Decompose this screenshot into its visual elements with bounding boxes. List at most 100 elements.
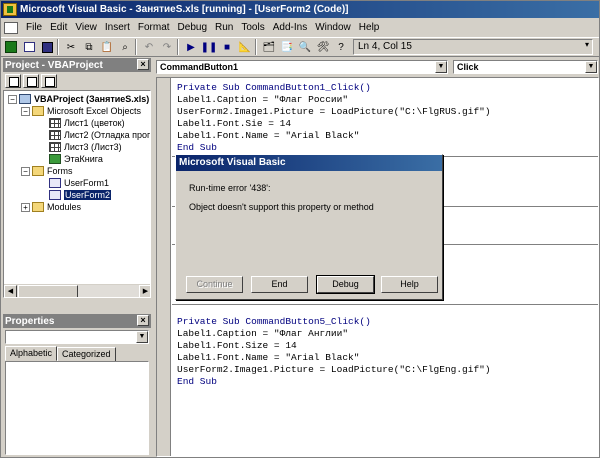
menu-window[interactable]: Window: [311, 22, 355, 33]
continue-button: Continue: [186, 276, 243, 293]
menu-add-ins[interactable]: Add-Ins: [269, 22, 311, 33]
menu-help[interactable]: Help: [355, 22, 384, 33]
expand-icon[interactable]: +: [21, 202, 30, 212]
menu-insert[interactable]: Insert: [101, 22, 134, 33]
collapse-icon[interactable]: −: [8, 94, 17, 104]
code-margin-indicator-bar[interactable]: [157, 78, 171, 456]
folder-icon: [32, 166, 44, 176]
tree-node-label: VBAProject (ЗанятиеS.xls): [34, 94, 150, 104]
sheet-icon: [49, 142, 61, 152]
tree-node-modules[interactable]: + Modules: [21, 201, 81, 213]
menu-bar: File Edit View Insert Format Debug Run T…: [1, 19, 599, 36]
view-excel-icon[interactable]: [3, 39, 19, 55]
tree-node-label: Modules: [47, 202, 82, 212]
menu-run[interactable]: Run: [211, 22, 237, 33]
code-line: Label1.Font.Name = "Arial Black": [177, 352, 360, 363]
project-explorer-icon[interactable]: 🗂: [261, 39, 277, 55]
toolbar-separator: [255, 39, 257, 55]
code-window-icon[interactable]: [4, 21, 18, 34]
toggle-folders-icon[interactable]: [41, 74, 57, 88]
menu-view[interactable]: View: [71, 22, 101, 33]
menu-format[interactable]: Format: [134, 22, 174, 33]
object-combo-value: CommandButton1: [160, 62, 238, 72]
tree-node-userform1[interactable]: UserForm1: [49, 177, 109, 189]
end-button[interactable]: End: [251, 276, 308, 293]
view-object-icon[interactable]: [23, 74, 39, 88]
view-code-icon[interactable]: [5, 74, 21, 88]
properties-panel-title-text: Properties: [5, 315, 55, 327]
code-line: Private Sub CommandButton5_Click(): [177, 316, 371, 327]
scroll-right-icon[interactable]: ▶: [139, 285, 150, 297]
collapse-icon[interactable]: −: [21, 106, 30, 116]
workbook-icon: [49, 154, 61, 164]
tree-node-label: Microsoft Excel Objects: [47, 106, 142, 116]
cut-icon[interactable]: ✂: [63, 39, 79, 55]
tree-node-forms[interactable]: − Forms: [21, 165, 73, 177]
properties-tabs: Alphabetic Categorized: [5, 346, 116, 362]
chevron-down-icon[interactable]: ▼: [136, 331, 148, 343]
chevron-down-icon[interactable]: ▼: [435, 61, 447, 73]
tab-categorized[interactable]: Categorized: [57, 347, 116, 362]
tree-node-label: UserForm2: [64, 190, 112, 200]
menu-file[interactable]: File: [22, 22, 46, 33]
menu-edit[interactable]: Edit: [46, 22, 71, 33]
toolbar-separator: [177, 39, 179, 55]
run-icon[interactable]: ▶: [183, 39, 199, 55]
design-mode-icon[interactable]: 📐: [237, 39, 253, 55]
tree-node-label: Лист1 (цветок): [64, 118, 125, 128]
error-code-text: Run-time error '438':: [189, 183, 271, 193]
tree-node-label: Лист2 (Отладка прог: [64, 130, 151, 140]
sheet-icon: [49, 118, 61, 128]
help-icon[interactable]: ?: [333, 39, 349, 55]
procedure-separator: [172, 304, 598, 305]
properties-panel-close-icon[interactable]: ×: [137, 315, 149, 326]
debug-button[interactable]: Debug: [316, 275, 375, 294]
folder-icon: [32, 202, 44, 212]
properties-panel-title: Properties ×: [3, 314, 151, 328]
folder-icon: [32, 106, 44, 116]
scroll-left-icon[interactable]: ◀: [4, 285, 17, 297]
undo-icon[interactable]: ↶: [141, 39, 157, 55]
collapse-icon[interactable]: −: [21, 166, 30, 176]
scroll-thumb[interactable]: [18, 285, 78, 297]
toolbox-icon[interactable]: 🛠: [315, 39, 331, 55]
copy-icon[interactable]: ⧉: [81, 39, 97, 55]
project-toolbar: [3, 72, 151, 90]
tree-node-label: UserForm1: [64, 178, 110, 188]
redo-icon[interactable]: ↷: [159, 39, 175, 55]
project-panel-close-icon[interactable]: ×: [137, 59, 149, 70]
tree-node-vbaproject[interactable]: − VBAProject (ЗанятиеS.xls): [8, 93, 149, 105]
insert-userform-icon[interactable]: [21, 39, 37, 55]
error-message-text: Object doesn't support this property or …: [189, 202, 374, 212]
procedure-combo[interactable]: Click ▼: [453, 60, 598, 74]
project-panel-title: Project - VBAProject ×: [3, 58, 151, 72]
tree-horizontal-scrollbar[interactable]: ◀ ▶: [4, 284, 150, 297]
chevron-down-icon[interactable]: ▼: [585, 61, 597, 73]
find-icon[interactable]: ⌕: [117, 39, 133, 55]
menu-debug[interactable]: Debug: [174, 22, 211, 33]
tab-alphabetic[interactable]: Alphabetic: [5, 346, 58, 361]
toolbar-options-chevron-icon[interactable]: ▾: [585, 40, 589, 49]
tree-node-thisworkbook[interactable]: ЭтаКнига: [49, 153, 103, 165]
menu-tools[interactable]: Tools: [237, 22, 268, 33]
object-selector[interactable]: ▼: [5, 330, 149, 344]
paste-icon[interactable]: 📋: [99, 39, 115, 55]
tree-node-sheet3[interactable]: Лист3 (Лист3): [49, 141, 122, 153]
tree-node-excel-objects[interactable]: − Microsoft Excel Objects: [21, 105, 141, 117]
runtime-error-dialog: Microsoft Visual Basic Run-time error '4…: [175, 154, 443, 300]
tree-node-sheet1[interactable]: Лист1 (цветок): [49, 117, 125, 129]
help-button[interactable]: Help: [381, 276, 438, 293]
code-text: Private Sub CommandButton1_Click(): [177, 82, 371, 93]
tree-node-userform2[interactable]: UserForm2: [49, 189, 112, 201]
reset-icon[interactable]: ■: [219, 39, 235, 55]
tree-node-sheet2[interactable]: Лист2 (Отладка прог: [49, 129, 150, 141]
break-icon[interactable]: ❚❚: [201, 39, 218, 55]
object-combo[interactable]: CommandButton1 ▼: [156, 60, 448, 74]
object-browser-icon[interactable]: 🔍: [297, 39, 313, 55]
title-bar: Microsoft Visual Basic - ЗанятиеS.xls [r…: [1, 1, 599, 18]
save-icon[interactable]: [39, 39, 55, 55]
code-line: Label1.Font.Sie = 14: [177, 118, 292, 129]
tree-node-label: Forms: [47, 166, 73, 176]
properties-window-icon[interactable]: 📑: [279, 39, 295, 55]
properties-grid[interactable]: [5, 361, 149, 455]
